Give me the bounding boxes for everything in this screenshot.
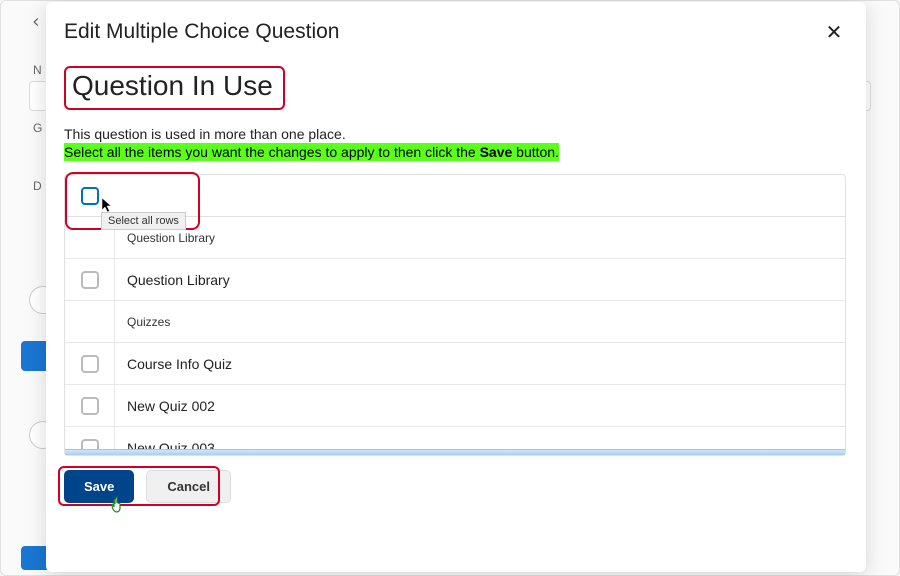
table-row: Question Library — [65, 259, 845, 301]
save-button[interactable]: Save — [64, 470, 134, 503]
close-button[interactable]: ✕ — [822, 20, 846, 44]
row-checkbox[interactable] — [81, 397, 99, 415]
row-label: New Quiz 002 — [115, 398, 215, 414]
subheading-highlight: Question In Use — [64, 66, 285, 110]
question-in-use-heading: Question In Use — [72, 70, 273, 101]
row-checkbox[interactable] — [81, 271, 99, 289]
group-row: Quizzes — [65, 301, 845, 343]
row-label: Question Library — [115, 272, 230, 288]
desc-bold: Save — [480, 144, 513, 160]
bg-label-d: D — [33, 179, 42, 193]
row-check-cell — [65, 259, 115, 300]
cancel-button[interactable]: Cancel — [146, 470, 231, 503]
table-row: New Quiz 003 — [65, 427, 845, 449]
items-table: Select all rows Question Library Questio… — [64, 174, 846, 456]
description-line-1: This question is used in more than one p… — [64, 126, 846, 142]
desc-pre: Select all the items you want the change… — [64, 144, 480, 160]
row-check-cell — [65, 427, 115, 449]
table-row: Course Info Quiz — [65, 343, 845, 385]
group-label: Question Library — [115, 231, 215, 245]
close-icon: ✕ — [826, 20, 843, 45]
select-all-checkbox[interactable] — [81, 187, 99, 205]
group-label: Quizzes — [115, 315, 170, 329]
modal-footer: Save Cancel — [64, 470, 846, 503]
table-row: New Quiz 002 — [65, 385, 845, 427]
scroll-indicator[interactable] — [65, 449, 845, 455]
desc-post: button. — [512, 144, 559, 160]
back-icon — [29, 15, 43, 29]
modal-header: Edit Multiple Choice Question ✕ — [64, 20, 846, 44]
table-body[interactable]: Question Library Question Library Quizze… — [65, 217, 845, 449]
row-label: Course Info Quiz — [115, 356, 232, 372]
select-all-tooltip: Select all rows — [101, 212, 186, 230]
edit-question-modal: Edit Multiple Choice Question ✕ Question… — [46, 2, 866, 572]
description-line-2: Select all the items you want the change… — [64, 143, 559, 161]
row-checkbox[interactable] — [81, 439, 99, 450]
row-check-cell — [65, 385, 115, 426]
row-check-cell — [65, 343, 115, 384]
row-checkbox[interactable] — [81, 355, 99, 373]
select-all-header: Select all rows — [65, 175, 845, 217]
group-check-spacer — [65, 301, 115, 342]
modal-title: Edit Multiple Choice Question — [64, 20, 339, 44]
bg-label-n: N — [33, 63, 42, 77]
row-label: New Quiz 003 — [115, 440, 215, 450]
bg-label-g: G — [33, 121, 42, 135]
